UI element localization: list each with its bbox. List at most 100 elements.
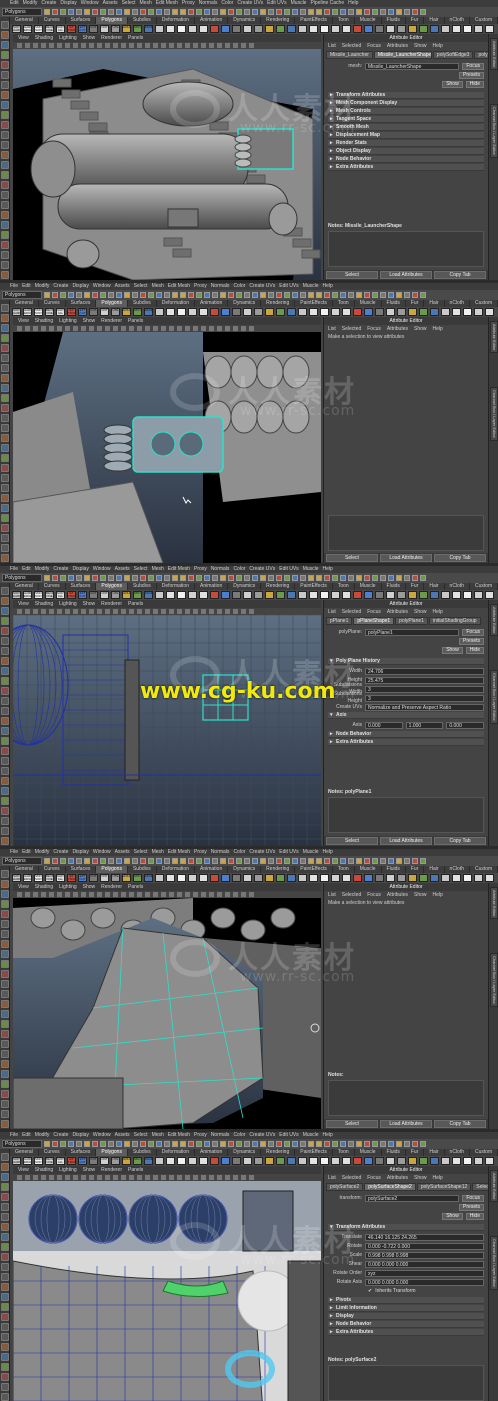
tool-icon[interactable]	[1, 1163, 9, 1171]
viewport-menu-renderer[interactable]: Renderer	[101, 883, 122, 891]
tool-icon[interactable]	[1, 737, 9, 745]
menu-edit-mesh[interactable]: Edit Mesh	[168, 566, 190, 573]
shelf-tool-icon[interactable]	[221, 1157, 230, 1165]
shelf-tool-icon[interactable]	[419, 591, 428, 599]
viewport-tool-icon[interactable]	[17, 43, 22, 48]
section-tangent-space[interactable]: Tangent Space	[328, 116, 484, 123]
menu-edit[interactable]: Edit	[22, 283, 31, 290]
status-tool-icon[interactable]	[276, 292, 282, 298]
status-tool-icon[interactable]	[116, 292, 122, 298]
viewport-menu-view[interactable]: View	[18, 34, 29, 42]
status-tool-icon[interactable]	[52, 1141, 58, 1147]
status-tool-icon[interactable]	[228, 1141, 234, 1147]
menu-color[interactable]: Color	[233, 849, 245, 856]
viewport-tool-icon[interactable]	[129, 43, 134, 48]
viewport-tool-icon[interactable]	[193, 326, 198, 331]
viewport-tool-icon[interactable]	[217, 1175, 222, 1180]
tool-icon[interactable]	[1, 324, 9, 332]
shelf-tab-toon[interactable]: Toon	[333, 17, 355, 24]
tool-icon[interactable]	[1, 71, 9, 79]
shelf-tool-icon[interactable]	[320, 308, 329, 316]
section-node-behavior[interactable]: Node Behavior	[328, 156, 484, 163]
shelf-tab-muscle[interactable]: Muscle	[355, 866, 382, 873]
shelf-tool-icon[interactable]: SPLIT	[133, 874, 142, 882]
shelf-tab-dynamics[interactable]: Dynamics	[228, 866, 262, 873]
menu-edit-uvs[interactable]: Edit UVs	[279, 566, 298, 573]
status-tool-icon[interactable]	[388, 9, 394, 15]
status-tool-icon[interactable]	[156, 1141, 162, 1147]
tool-icon[interactable]	[1, 454, 9, 462]
status-tool-icon[interactable]	[188, 1141, 194, 1147]
menu-display[interactable]: Display	[72, 283, 88, 290]
shelf-tool-icon[interactable]: FACE	[144, 591, 153, 599]
status-tool-icon[interactable]	[172, 858, 178, 864]
viewport-tool-icon[interactable]	[249, 43, 254, 48]
status-tool-icon[interactable]	[348, 575, 354, 581]
status-tool-icon[interactable]	[164, 292, 170, 298]
status-tool-icon[interactable]	[148, 1141, 154, 1147]
menu-window[interactable]: Window	[93, 1132, 111, 1139]
side-tab[interactable]: Attribute Editor	[490, 1170, 498, 1203]
status-tool-icon[interactable]	[196, 858, 202, 864]
status-tool-icon[interactable]	[148, 575, 154, 581]
status-tool-icon[interactable]	[76, 858, 82, 864]
shelf-tool-icon[interactable]	[375, 308, 384, 316]
shelf-tool-icon[interactable]	[243, 25, 252, 33]
tool-icon[interactable]	[1, 767, 9, 775]
shelf-tool-icon[interactable]	[342, 591, 351, 599]
shelf-tool-icon[interactable]: SMOOTH SOFT	[34, 874, 43, 882]
status-tool-icon[interactable]	[180, 292, 186, 298]
viewport-tool-icon[interactable]	[129, 609, 134, 614]
shelf-tool-icon[interactable]	[353, 308, 362, 316]
status-tool-icon[interactable]	[68, 858, 74, 864]
viewport-tool-icon[interactable]	[121, 1175, 126, 1180]
menu-normals[interactable]: Normals	[211, 566, 230, 573]
shelf-tab-dynamics[interactable]: Dynamics	[228, 1149, 262, 1156]
tool-icon[interactable]	[1, 31, 9, 39]
side-tab[interactable]: Channel Box / Layer Editor	[490, 670, 498, 724]
status-tool-icon[interactable]	[388, 858, 394, 864]
viewport-tool-icon[interactable]	[65, 609, 70, 614]
viewport-menu-panels[interactable]: Panels	[128, 1166, 143, 1174]
status-tool-icon[interactable]	[396, 1141, 402, 1147]
tool-icon[interactable]	[1, 364, 9, 372]
attr-menu-attributes[interactable]: Attributes	[387, 42, 408, 50]
menu-edit[interactable]: Edit	[22, 1132, 31, 1139]
viewport-tool-icon[interactable]	[249, 609, 254, 614]
status-tool-icon[interactable]	[340, 1141, 346, 1147]
menu-assets[interactable]: Assets	[115, 849, 130, 856]
shelf-tool-icon[interactable]	[287, 1157, 296, 1165]
attr-row-field[interactable]: 0.000 0.000 0.000	[365, 1260, 484, 1268]
shelf-tool-icon[interactable]	[254, 25, 263, 33]
status-tool-icon[interactable]	[180, 858, 186, 864]
viewport-menu-renderer[interactable]: Renderer	[101, 600, 122, 608]
status-tool-icon[interactable]	[60, 292, 66, 298]
shelf-tool-icon[interactable]	[210, 25, 219, 33]
shelf-tool-icon[interactable]	[320, 591, 329, 599]
shelf-tool-icon[interactable]	[298, 25, 307, 33]
tool-icon[interactable]	[1, 384, 9, 392]
status-tool-icon[interactable]	[172, 575, 178, 581]
status-tool-icon[interactable]	[148, 9, 154, 15]
status-tool-icon[interactable]	[420, 858, 426, 864]
shelf-tool-icon[interactable]	[221, 25, 230, 33]
viewport-menu-panels[interactable]: Panels	[128, 317, 143, 325]
shelf-tab-fluids[interactable]: Fluids	[382, 17, 406, 24]
tool-icon[interactable]	[1, 587, 9, 595]
shelf-tool-icon[interactable]	[188, 1157, 197, 1165]
shelf-tab-painteffects[interactable]: PaintEffects	[295, 1149, 333, 1156]
viewport-tool-icon[interactable]	[185, 892, 190, 897]
status-tool-icon[interactable]	[140, 1141, 146, 1147]
tool-icon[interactable]	[1, 231, 9, 239]
menu-proxy[interactable]: Proxy	[194, 1132, 207, 1139]
shelf-tool-icon[interactable]	[408, 874, 417, 882]
shelf-tool-icon[interactable]	[276, 308, 285, 316]
shelf-tool-icon[interactable]	[199, 25, 208, 33]
notes-textarea[interactable]	[328, 1080, 484, 1116]
status-tool-icon[interactable]	[220, 9, 226, 15]
status-tool-icon[interactable]	[204, 575, 210, 581]
status-tool-icon[interactable]	[236, 9, 242, 15]
status-tool-icon[interactable]	[372, 575, 378, 581]
shelf-tool-icon[interactable]	[375, 25, 384, 33]
status-tool-icon[interactable]	[420, 575, 426, 581]
